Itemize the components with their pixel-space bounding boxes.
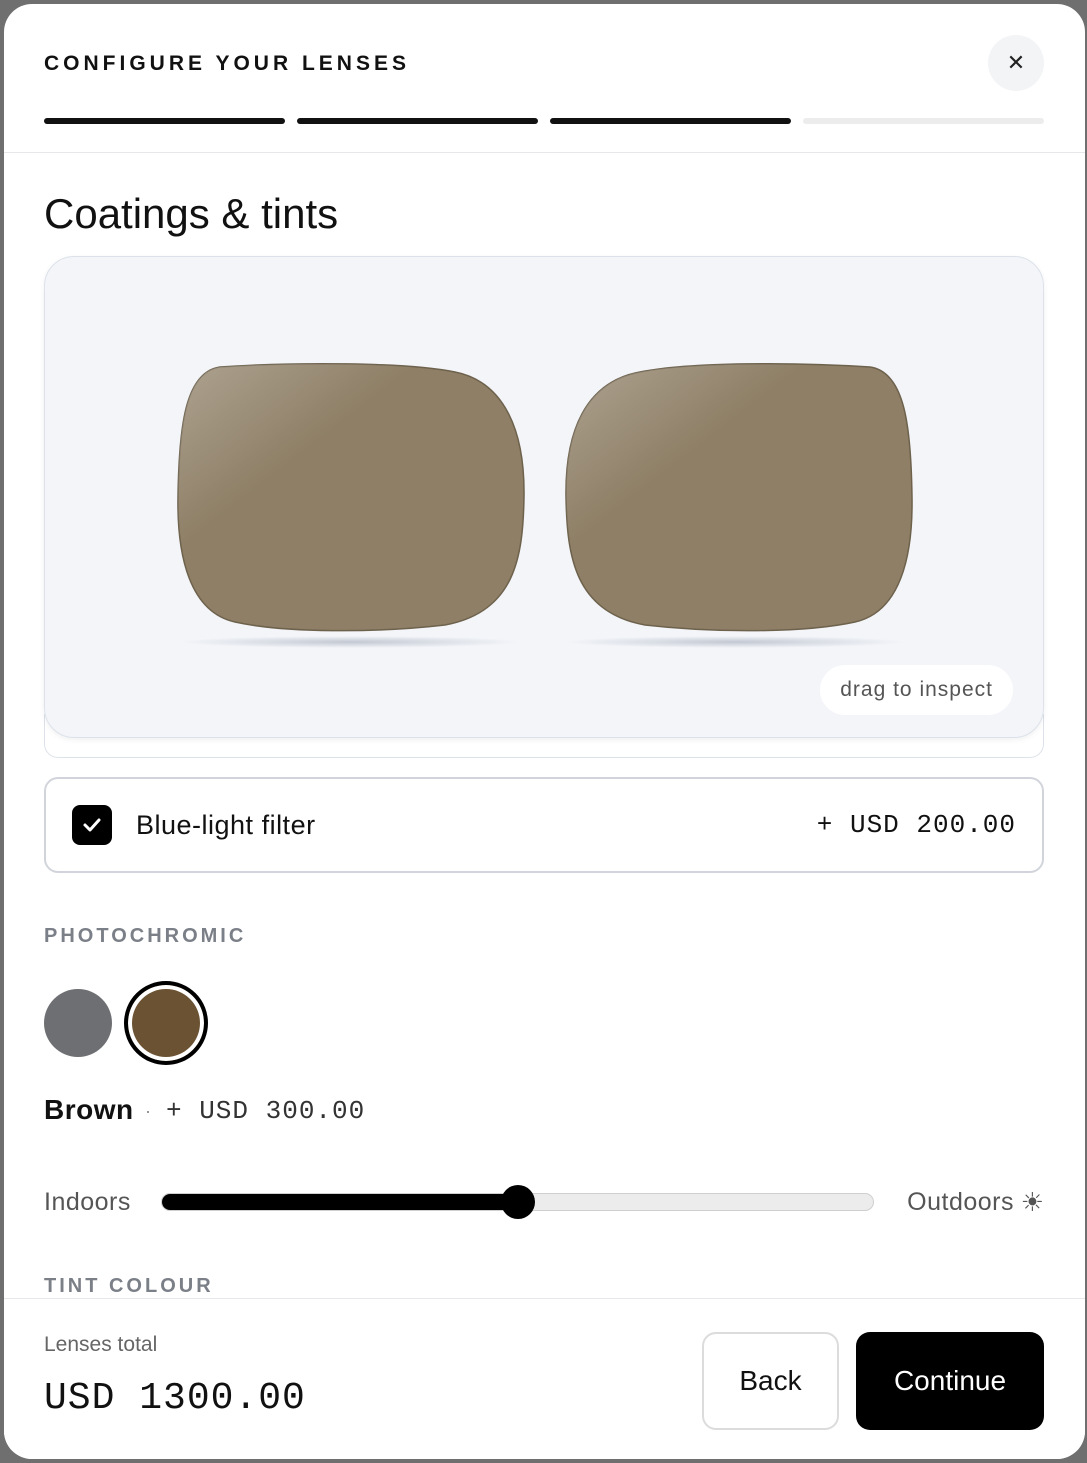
slider-indoors-label: Indoors [44, 1188, 131, 1216]
lenses-total-label: Lenses total [44, 1333, 158, 1356]
check-icon [83, 818, 101, 832]
photochromic-intensity-slider: Indoors Outdoors ☀ [44, 1184, 1044, 1224]
slider-outdoors-label: Outdoors [907, 1188, 1014, 1216]
close-button[interactable]: ✕ [988, 35, 1044, 91]
slider-thumb[interactable] [500, 1185, 535, 1219]
back-button[interactable]: Back [702, 1332, 839, 1430]
left-lens-highlight [177, 363, 525, 631]
selected-tint-price: + USD 300.00 [166, 1096, 366, 1126]
blue-light-price: + USD 200.00 [816, 810, 1016, 840]
step-indicator-3 [550, 118, 791, 124]
sun-icon: ☀ [1020, 1187, 1044, 1217]
step-progress [44, 118, 1044, 124]
step-indicator-4 [803, 118, 1044, 124]
lens-preview[interactable]: drag to inspect [44, 256, 1044, 738]
modal-body: Coatings & tints drag to inspect Blue-li… [4, 154, 1085, 1298]
modal-footer: Lenses total USD 1300.00 Back Continue [4, 1298, 1085, 1459]
left-lens-shadow [180, 636, 520, 648]
swatch-brown[interactable] [124, 981, 208, 1065]
blue-light-label: Blue-light filter [136, 809, 316, 840]
tint-colour-heading: TINT COLOUR [44, 1275, 214, 1297]
step-indicator-2 [297, 118, 538, 124]
right-lens-highlight [565, 363, 913, 631]
modal-title: CONFIGURE YOUR LENSES [44, 52, 410, 75]
selected-tint-name: Brown [44, 1094, 134, 1125]
modal-header: CONFIGURE YOUR LENSES ✕ [4, 4, 1085, 153]
close-icon: ✕ [1006, 50, 1026, 75]
blue-light-checkbox[interactable] [72, 805, 112, 845]
lens-config-modal: CONFIGURE YOUR LENSES ✕ Coatings & tints [4, 4, 1085, 1459]
step-indicator-1 [44, 118, 285, 124]
photochromic-heading: PHOTOCHROMIC [44, 925, 247, 947]
section-title: Coatings & tints [44, 190, 339, 237]
lenses-total-value: USD 1300.00 [44, 1377, 306, 1420]
right-lens-shadow [565, 636, 905, 648]
continue-button[interactable]: Continue [856, 1332, 1044, 1430]
slider-fill [162, 1194, 518, 1210]
blue-light-filter-option[interactable]: Blue-light filter + USD 200.00 [44, 777, 1044, 873]
drag-to-inspect-hint: drag to inspect [820, 665, 1013, 715]
swatch-grey[interactable] [44, 989, 112, 1057]
separator-dot: · [145, 1101, 151, 1121]
